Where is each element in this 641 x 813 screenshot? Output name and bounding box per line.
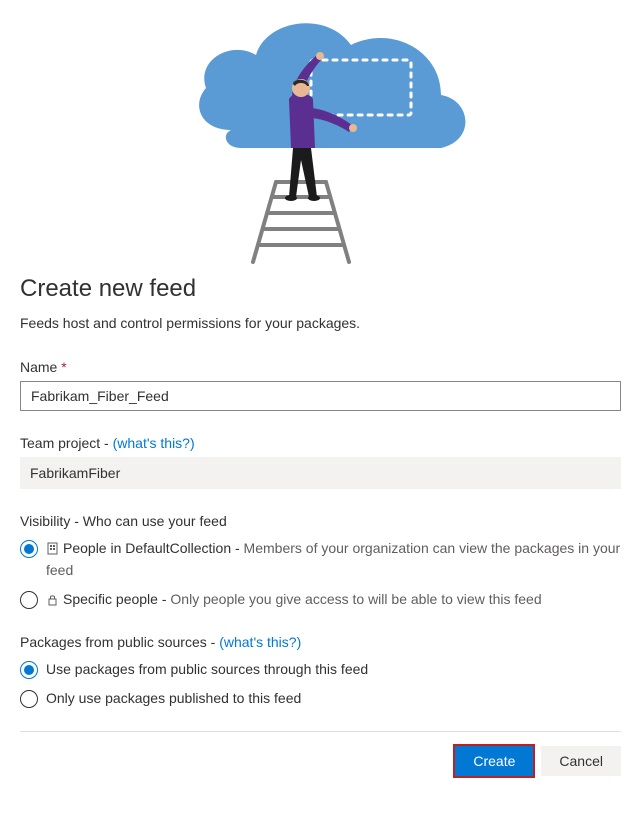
visibility-specific-title: Specific people - xyxy=(63,591,170,607)
packages-label: Packages from public sources - (what's t… xyxy=(20,634,621,650)
packages-public-label: Use packages from public sources through… xyxy=(46,660,621,680)
required-indicator: * xyxy=(61,359,66,375)
create-button[interactable]: Create xyxy=(455,746,533,776)
packages-option-only[interactable]: Only use packages published to this feed xyxy=(20,689,621,709)
packages-help-link[interactable]: (what's this?) xyxy=(219,634,301,650)
page-title: Create new feed xyxy=(20,275,621,303)
team-project-label: Team project - (what's this?) xyxy=(20,435,621,451)
visibility-specific-desc: Only people you give access to will be a… xyxy=(170,591,541,607)
lock-icon xyxy=(46,592,59,612)
visibility-org-title: People in DefaultCollection - xyxy=(63,540,244,556)
team-project-help-link[interactable]: (what's this?) xyxy=(113,435,195,451)
page-subtitle: Feeds host and control permissions for y… xyxy=(20,315,621,331)
name-input[interactable] xyxy=(20,381,621,411)
visibility-option-org[interactable]: People in DefaultCollection - Members of… xyxy=(20,539,621,580)
button-row: Create Cancel xyxy=(20,746,621,776)
packages-option-public[interactable]: Use packages from public sources through… xyxy=(20,660,621,680)
packages-radio-only[interactable] xyxy=(20,690,38,708)
divider xyxy=(20,731,621,732)
visibility-label: Visibility - Who can use your feed xyxy=(20,513,621,529)
org-icon xyxy=(46,541,59,561)
visibility-radio-specific[interactable] xyxy=(20,591,38,609)
hero-illustration xyxy=(20,0,621,265)
team-project-value: FabrikamFiber xyxy=(20,457,621,489)
visibility-radio-org[interactable] xyxy=(20,540,38,558)
packages-only-label: Only use packages published to this feed xyxy=(46,689,621,709)
packages-radio-public[interactable] xyxy=(20,661,38,679)
name-label: Name * xyxy=(20,359,621,375)
visibility-option-specific[interactable]: Specific people - Only people you give a… xyxy=(20,590,621,612)
cancel-button[interactable]: Cancel xyxy=(541,746,621,776)
